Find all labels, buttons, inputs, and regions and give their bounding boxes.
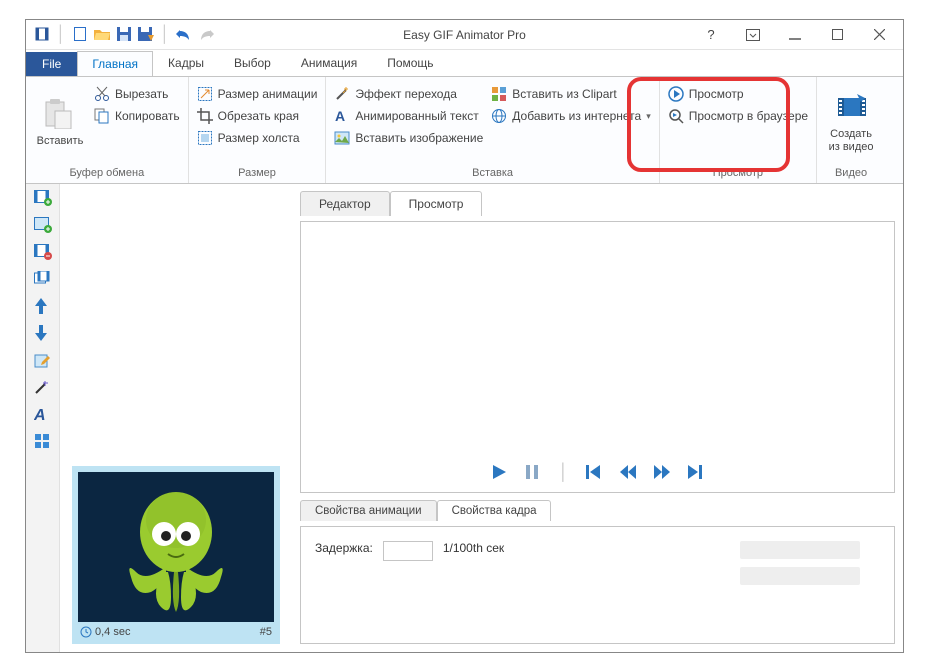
crop-button[interactable]: Обрезать края [195, 107, 320, 125]
text-icon[interactable]: A [34, 406, 52, 424]
property-button-2[interactable] [740, 567, 860, 585]
side-toolbar: A [26, 184, 60, 652]
property-tabs: Свойства анимации Свойства кадра [300, 499, 895, 520]
canvas-size-button[interactable]: Размер холста [195, 129, 320, 147]
cut-button[interactable]: Вырезать [92, 85, 182, 103]
delay-label: Задержка: [315, 541, 373, 555]
create-video-button[interactable]: Создать из видео [823, 81, 879, 165]
crop-icon [197, 108, 213, 124]
tab-editor[interactable]: Редактор [300, 191, 390, 216]
move-up-icon[interactable] [34, 298, 52, 316]
paste-icon [44, 99, 76, 131]
close-icon[interactable] [869, 25, 889, 45]
new-icon[interactable] [72, 26, 88, 42]
svg-text:A: A [335, 108, 345, 124]
properties-pane: Задержка: 1/100th сек [300, 526, 895, 644]
group-insert: Эффект перехода AАнимированный текст Вст… [326, 77, 659, 183]
thumbnail-image [78, 472, 274, 622]
video-icon [835, 92, 867, 124]
anim-text-button[interactable]: AАнимированный текст [332, 107, 485, 125]
tab-frames[interactable]: Кадры [153, 50, 219, 76]
transition-button[interactable]: Эффект перехода [332, 85, 485, 103]
clipart-button[interactable]: Вставить из Clipart [489, 85, 652, 103]
save-as-icon[interactable] [138, 26, 154, 42]
edit-icon[interactable] [34, 352, 52, 370]
main-area: Редактор Просмотр │ Свойства анимации Св… [292, 184, 903, 652]
next-icon[interactable] [653, 464, 671, 482]
frames-panel: 0,4 sec #5 [60, 184, 292, 652]
undo-icon[interactable] [176, 26, 192, 42]
group-size: Размер анимации Обрезать края Размер хол… [189, 77, 327, 183]
anim-size-button[interactable]: Размер анимации [195, 85, 320, 103]
insert-image-button[interactable]: Вставить изображение [332, 129, 485, 147]
tab-preview[interactable]: Просмотр [390, 191, 483, 216]
pause-icon[interactable] [525, 464, 543, 482]
redo-icon [198, 26, 214, 42]
tab-anim-properties[interactable]: Свойства анимации [300, 500, 437, 521]
delete-frame-icon[interactable] [34, 244, 52, 262]
copy-button[interactable]: Копировать [92, 107, 182, 125]
text-a-icon: A [334, 108, 350, 124]
tab-animation[interactable]: Анимация [286, 50, 372, 76]
clipart-icon [491, 86, 507, 102]
frame-number: #5 [260, 626, 272, 638]
tab-main[interactable]: Главная [77, 51, 153, 77]
frame-duration: 0,4 sec [95, 626, 130, 638]
group-preview: Просмотр Просмотр в браузере Просмотр [660, 77, 817, 183]
move-down-icon[interactable] [34, 325, 52, 343]
add-frame-image-icon[interactable] [34, 217, 52, 235]
property-button-1[interactable] [740, 541, 860, 559]
tab-frame-properties[interactable]: Свойства кадра [437, 500, 552, 521]
preview-button[interactable]: Просмотр [666, 85, 810, 103]
workspace: A [26, 184, 903, 652]
grid-icon[interactable] [34, 433, 52, 451]
resize-icon [197, 86, 213, 102]
delay-input[interactable] [383, 541, 433, 561]
canvas-icon [197, 130, 213, 146]
effects-icon[interactable] [34, 379, 52, 397]
play-icon[interactable] [491, 464, 509, 482]
scissors-icon [94, 86, 110, 102]
titlebar: │ │ Easy GIF Animator Pro ? [26, 20, 903, 50]
first-icon[interactable] [585, 464, 603, 482]
delay-unit: 1/100th сек [443, 541, 504, 555]
prev-icon[interactable] [619, 464, 637, 482]
group-video: Создать из видео Видео [817, 77, 885, 183]
wand-icon [334, 86, 350, 102]
globe-icon [491, 108, 507, 124]
open-icon[interactable] [94, 26, 110, 42]
internet-button[interactable]: Добавить из интернета▾ [489, 107, 652, 125]
minimize-icon[interactable] [785, 25, 805, 45]
browser-icon [668, 108, 684, 124]
add-frame-blank-icon[interactable] [34, 190, 52, 208]
file-tab[interactable]: File [26, 52, 77, 76]
svg-text:A: A [34, 407, 46, 422]
save-icon[interactable] [116, 26, 132, 42]
main-tabs: Редактор Просмотр [300, 190, 895, 215]
copy-icon [94, 108, 110, 124]
paste-button: Вставить [32, 81, 88, 165]
tab-strip: File Главная Кадры Выбор Анимация Помощь [26, 50, 903, 76]
frame-thumbnail[interactable]: 0,4 sec #5 [72, 466, 280, 644]
preview-pane: │ [300, 221, 895, 493]
clock-icon [80, 626, 92, 638]
playback-controls: │ [491, 464, 705, 482]
frame-icon[interactable] [34, 26, 50, 42]
play-circle-icon [668, 86, 684, 102]
tab-help[interactable]: Помощь [372, 50, 448, 76]
image-icon [334, 130, 350, 146]
quick-access-toolbar: │ │ [26, 26, 222, 44]
tab-selection[interactable]: Выбор [219, 50, 286, 76]
group-clipboard: Вставить Вырезать Копировать Буфер обмен… [26, 77, 189, 183]
duplicate-frame-icon[interactable] [34, 271, 52, 289]
ribbon-toggle-icon[interactable] [743, 25, 763, 45]
ribbon: Вставить Вырезать Копировать Буфер обмен… [26, 76, 903, 184]
maximize-icon[interactable] [827, 25, 847, 45]
window-controls: ? [701, 25, 903, 45]
help-icon[interactable]: ? [701, 25, 721, 45]
last-icon[interactable] [687, 464, 705, 482]
browser-preview-button[interactable]: Просмотр в браузере [666, 107, 810, 125]
